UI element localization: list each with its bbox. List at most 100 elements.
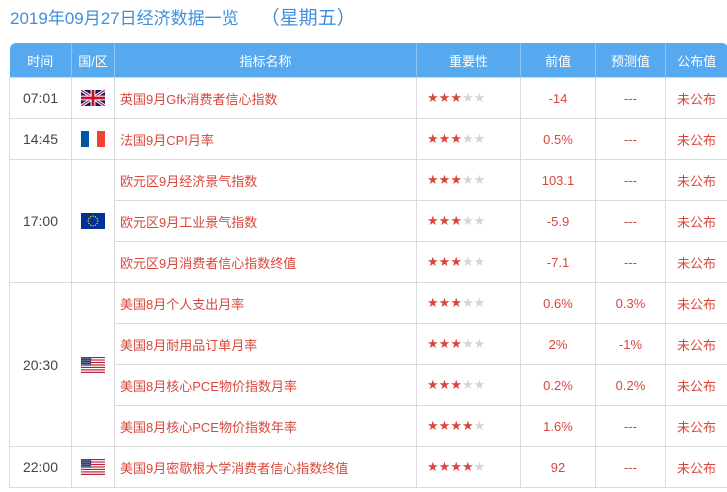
star-filled-icon: ★ — [427, 213, 439, 228]
star-filled-icon: ★ — [450, 459, 462, 474]
star-filled-icon: ★ — [427, 172, 439, 187]
actual-value: 未公布 — [665, 77, 727, 119]
table-header-row: 时间 国/区 指标名称 重要性 前值 预测值 公布值 — [9, 43, 727, 78]
star-empty-icon: ★ — [473, 172, 486, 187]
star-empty-icon: ★ — [461, 131, 474, 146]
star-filled-icon: ★ — [438, 213, 451, 228]
actual-value: 未公布 — [665, 282, 727, 324]
forecast-value: -1% — [595, 323, 666, 365]
header-region: 国/区 — [71, 43, 115, 78]
time-cell: 14:45 — [9, 118, 72, 160]
star-empty-icon: ★ — [473, 295, 486, 310]
table-row[interactable]: 欧元区9月消费者信心指数终值 ★★★★★ -7.1 --- 未公布 — [10, 241, 727, 283]
table-row[interactable]: 07:01 英国9月Gfk消费者信心指数 ★★★★★ -14 --- 未公布 — [9, 77, 727, 119]
previous-value: 0.5% — [520, 118, 596, 160]
table-row[interactable]: 欧元区9月工业景气指数 ★★★★★ -5.9 --- 未公布 — [10, 200, 727, 242]
region-cell — [71, 118, 115, 160]
actual-value: 未公布 — [665, 323, 727, 365]
star-filled-icon: ★ — [438, 172, 451, 187]
indicator-name[interactable]: 美国8月个人支出月率 — [114, 282, 417, 324]
star-filled-icon: ★ — [450, 418, 462, 433]
previous-value: -5.9 — [520, 200, 596, 242]
forecast-value: --- — [595, 77, 666, 119]
star-filled-icon: ★ — [450, 295, 462, 310]
indicator-name[interactable]: 欧元区9月消费者信心指数终值 — [114, 241, 417, 283]
time-cell: 17:00 — [9, 159, 72, 283]
star-filled-icon: ★ — [438, 336, 451, 351]
time-cell: 07:01 — [9, 77, 72, 119]
header-actual: 公布值 — [665, 43, 727, 78]
star-filled-icon: ★ — [438, 377, 451, 392]
star-empty-icon: ★ — [473, 377, 486, 392]
star-filled-icon: ★ — [438, 254, 451, 269]
star-filled-icon: ★ — [450, 213, 462, 228]
actual-value: 未公布 — [665, 364, 727, 406]
star-empty-icon: ★ — [473, 459, 486, 474]
star-filled-icon: ★ — [427, 336, 439, 351]
table-row[interactable]: 美国8月耐用品订单月率 ★★★★★ 2% -1% 未公布 — [10, 323, 727, 365]
table-row[interactable]: 17:00 欧元区9月经济景气指数 ★★★★★ 103.1 --- 未公布 — [9, 159, 727, 283]
previous-value: -7.1 — [520, 241, 596, 283]
star-filled-icon: ★ — [461, 459, 474, 474]
indicator-name[interactable]: 英国9月Gfk消费者信心指数 — [114, 77, 417, 119]
importance-rating: ★★★★★ — [416, 364, 521, 406]
indicator-name[interactable]: 美国9月密歇根大学消费者信心指数终值 — [114, 446, 417, 488]
time-cell: 22:00 — [9, 446, 72, 488]
importance-rating: ★★★★★ — [416, 241, 521, 283]
page-title: 2019年09月27日经济数据一览 （星期五） — [10, 5, 356, 33]
forecast-value: --- — [595, 118, 666, 160]
star-filled-icon: ★ — [438, 418, 451, 433]
actual-value: 未公布 — [665, 241, 727, 283]
time-cell: 20:30 — [9, 282, 72, 447]
indicator-name[interactable]: 美国8月核心PCE物价指数年率 — [114, 405, 417, 447]
star-filled-icon: ★ — [427, 254, 439, 269]
indicator-name[interactable]: 美国8月耐用品订单月率 — [114, 323, 417, 365]
previous-value: 103.1 — [520, 159, 596, 201]
france-flag-icon — [81, 131, 105, 148]
forecast-value: --- — [595, 446, 666, 488]
star-filled-icon: ★ — [450, 131, 462, 146]
table-row[interactable]: 22:00 美国9月密歇根大学消费者信心指数终值 ★★★★★ 92 --- 未公布 — [9, 446, 727, 488]
header-importance: 重要性 — [416, 43, 521, 78]
region-cell — [71, 282, 115, 447]
indicator-name[interactable]: 欧元区9月工业景气指数 — [114, 200, 417, 242]
star-filled-icon: ★ — [461, 418, 474, 433]
region-cell — [71, 446, 115, 488]
star-filled-icon: ★ — [427, 90, 439, 105]
previous-value: 92 — [520, 446, 596, 488]
previous-value: 0.2% — [520, 364, 596, 406]
region-cell — [71, 77, 115, 119]
star-empty-icon: ★ — [473, 131, 486, 146]
star-empty-icon: ★ — [473, 418, 486, 433]
star-filled-icon: ★ — [450, 336, 462, 351]
table-row[interactable]: 美国8月核心PCE物价指数月率 ★★★★★ 0.2% 0.2% 未公布 — [10, 364, 727, 406]
star-empty-icon: ★ — [461, 172, 474, 187]
actual-value: 未公布 — [665, 200, 727, 242]
star-filled-icon: ★ — [427, 295, 439, 310]
forecast-value: --- — [595, 405, 666, 447]
importance-rating: ★★★★★ — [416, 323, 521, 365]
previous-value: -14 — [520, 77, 596, 119]
star-filled-icon: ★ — [450, 254, 462, 269]
indicator-name[interactable]: 法国9月CPI月率 — [114, 118, 417, 160]
region-cell — [71, 159, 115, 283]
star-filled-icon: ★ — [427, 459, 439, 474]
indicator-name[interactable]: 美国8月核心PCE物价指数月率 — [114, 364, 417, 406]
star-empty-icon: ★ — [461, 213, 474, 228]
table-row[interactable]: 20:30 美国8月个人支出月率 ★★★★★ 0.6% 0.3% 未公布 — [9, 282, 727, 447]
importance-rating: ★★★★★ — [416, 282, 521, 324]
eu-flag-icon — [81, 213, 105, 230]
star-filled-icon: ★ — [450, 172, 462, 187]
us-flag-icon — [81, 356, 105, 373]
forecast-value: 0.3% — [595, 282, 666, 324]
table-row[interactable]: 美国8月核心PCE物价指数年率 ★★★★★ 1.6% --- 未公布 — [10, 405, 727, 447]
indicator-name[interactable]: 欧元区9月经济景气指数 — [114, 159, 417, 201]
star-empty-icon: ★ — [461, 254, 474, 269]
previous-value: 1.6% — [520, 405, 596, 447]
table-row[interactable]: 14:45 法国9月CPI月率 ★★★★★ 0.5% --- 未公布 — [9, 118, 727, 160]
actual-value: 未公布 — [665, 405, 727, 447]
star-filled-icon: ★ — [427, 418, 439, 433]
actual-value: 未公布 — [665, 159, 727, 201]
importance-rating: ★★★★★ — [416, 77, 521, 119]
previous-value: 0.6% — [520, 282, 596, 324]
